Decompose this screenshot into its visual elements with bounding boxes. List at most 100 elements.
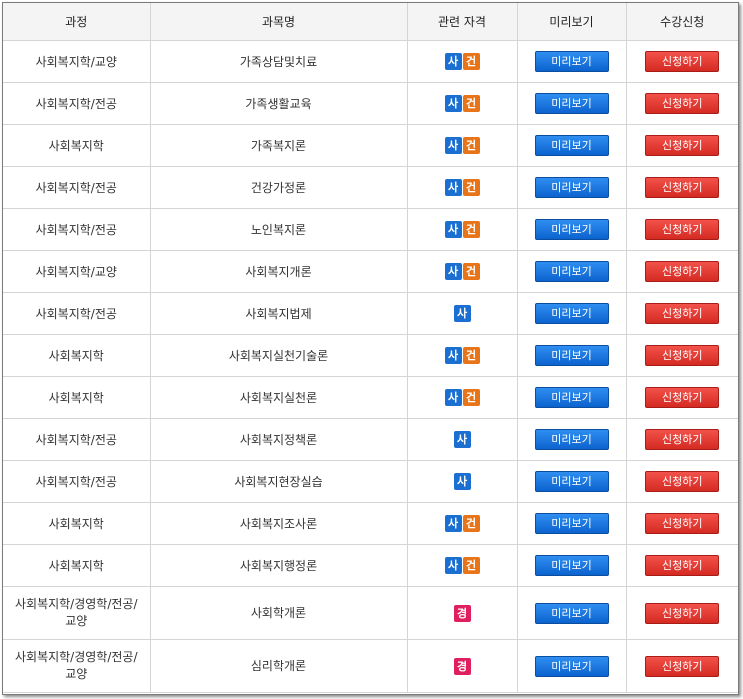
course-cell: 사회복지학/전공 (3, 292, 151, 335)
table-row: 사회복지학/전공 가족생활교육 사 건 미리보기 신청하기 (3, 82, 738, 125)
apply-button[interactable]: 신청하기 (645, 303, 720, 324)
certification-cell: 사건 (407, 166, 518, 209)
certification-cell: 사건 (407, 376, 518, 419)
header-preview: 미리보기 (517, 3, 627, 41)
apply-button[interactable]: 신청하기 (645, 602, 720, 624)
apply-button[interactable]: 신청하기 (645, 471, 720, 492)
preview-cell: 미리보기 (517, 334, 627, 377)
apply-cell: 신청하기 (626, 166, 738, 209)
certification-cell: 사건 (407, 544, 518, 587)
preview-button[interactable]: 미리보기 (534, 303, 609, 324)
certification-badges: 사 (453, 431, 471, 448)
badge-sa: 사 (444, 263, 462, 280)
apply-cell: 신청하기 (626, 544, 738, 587)
course-cell: 사회복지학/전공 (3, 166, 151, 209)
certification-badges: 사건 (444, 557, 480, 574)
certification-badges: 사건 (444, 137, 480, 154)
preview-button[interactable]: 미리보기 (534, 655, 609, 677)
certification-badges: 사건 (444, 221, 480, 238)
header-course: 과정 (3, 3, 151, 41)
certification-badges: 사건 (444, 263, 480, 280)
certification-cell: 사 (407, 418, 518, 461)
header-apply: 수강신청 (626, 3, 738, 41)
certification-cell: 사건 (407, 502, 518, 545)
subject-cell: 노인복지론 (150, 208, 408, 251)
table-row: 사회복지학/전공 건강가정론 사 건 미리보기 신청하기 (3, 166, 738, 209)
subject-cell: 건강가정론 (150, 166, 408, 209)
table-row: 사회복지학/교양 사회복지개론 사 건 미리보기 신청하기 (3, 250, 738, 293)
preview-button[interactable]: 미리보기 (534, 177, 609, 198)
preview-button[interactable]: 미리보기 (534, 555, 609, 576)
apply-cell: 신청하기 (626, 418, 738, 461)
preview-button[interactable]: 미리보기 (534, 345, 609, 366)
certification-badges: 사건 (444, 95, 480, 112)
table-row: 사회복지학 사회복지실천론 사 건 미리보기 신청하기 (3, 376, 738, 419)
apply-button[interactable]: 신청하기 (645, 555, 720, 576)
course-cell: 사회복지학/경영학/전공/ 교양 (3, 639, 151, 693)
table-row: 사회복지학 사회복지조사론 사 건 미리보기 신청하기 (3, 502, 738, 545)
subject-cell: 사회복지실천론 (150, 376, 408, 419)
apply-button[interactable]: 신청하기 (645, 345, 720, 366)
course-cell: 사회복지학 (3, 376, 151, 419)
certification-cell: 사건 (407, 334, 518, 377)
course-table-frame: 과정 과목명 관련 자격 미리보기 수강신청 사회복지학/교양 가족상담및치료 사 건… (2, 2, 739, 695)
preview-button[interactable]: 미리보기 (534, 513, 609, 534)
badge-sa: 사 (444, 179, 462, 196)
apply-button[interactable]: 신청하기 (645, 261, 720, 282)
apply-cell: 신청하기 (626, 124, 738, 167)
subject-cell: 가족상담및치료 (150, 40, 408, 83)
course-cell: 사회복지학/전공 (3, 82, 151, 125)
preview-cell: 미리보기 (517, 418, 627, 461)
table-row: 사회복지학/교양 가족상담및치료 사 건 미리보기 신청하기 (3, 40, 738, 83)
badge-sa: 사 (444, 557, 462, 574)
course-cell: 사회복지학/전공 (3, 208, 151, 251)
apply-button[interactable]: 신청하기 (645, 387, 720, 408)
apply-cell: 신청하기 (626, 208, 738, 251)
preview-button[interactable]: 미리보기 (534, 471, 609, 492)
preview-button[interactable]: 미리보기 (534, 219, 609, 240)
preview-cell: 미리보기 (517, 544, 627, 587)
apply-cell: 신청하기 (626, 376, 738, 419)
subject-cell: 가족복지론 (150, 124, 408, 167)
course-cell: 사회복지학/교양 (3, 250, 151, 293)
apply-cell: 신청하기 (626, 334, 738, 377)
course-cell: 사회복지학 (3, 334, 151, 377)
preview-cell: 미리보기 (517, 376, 627, 419)
badge-sa: 사 (444, 389, 462, 406)
preview-button[interactable]: 미리보기 (534, 51, 609, 72)
apply-button[interactable]: 신청하기 (645, 429, 720, 450)
preview-cell: 미리보기 (517, 586, 627, 640)
apply-button[interactable]: 신청하기 (645, 177, 720, 198)
subject-cell: 심리학개론 (150, 639, 408, 693)
header-subject: 과목명 (150, 3, 408, 41)
apply-button[interactable]: 신청하기 (645, 93, 720, 114)
badge-geon: 건 (462, 557, 480, 574)
apply-button[interactable]: 신청하기 (645, 135, 720, 156)
preview-button[interactable]: 미리보기 (534, 429, 609, 450)
badge-sa: 사 (444, 347, 462, 364)
apply-button[interactable]: 신청하기 (645, 219, 720, 240)
badge-geon: 건 (462, 53, 480, 70)
apply-cell: 신청하기 (626, 502, 738, 545)
table-body: 사회복지학/교양 가족상담및치료 사 건 미리보기 신청하기 사회복지학/전공 가족생활교육 사… (3, 40, 738, 693)
certification-badges: 사건 (444, 515, 480, 532)
table-row: 사회복지학/전공 사회복지정책론 사 미리보기 신청하기 (3, 418, 738, 461)
subject-cell: 가족생활교육 (150, 82, 408, 125)
badge-gyeong: 경 (453, 657, 471, 675)
subject-cell: 사회학개론 (150, 586, 408, 640)
certification-cell: 경 (407, 639, 518, 693)
preview-button[interactable]: 미리보기 (534, 135, 609, 156)
badge-geon: 건 (462, 95, 480, 112)
apply-button[interactable]: 신청하기 (645, 513, 720, 534)
apply-button[interactable]: 신청하기 (645, 655, 720, 677)
badge-geon: 건 (462, 221, 480, 238)
header-certification: 관련 자격 (407, 3, 518, 41)
preview-button[interactable]: 미리보기 (534, 93, 609, 114)
preview-cell: 미리보기 (517, 124, 627, 167)
preview-button[interactable]: 미리보기 (534, 261, 609, 282)
preview-button[interactable]: 미리보기 (534, 602, 609, 624)
apply-cell: 신청하기 (626, 586, 738, 640)
apply-button[interactable]: 신청하기 (645, 51, 720, 72)
table-row: 사회복지학 가족복지론 사 건 미리보기 신청하기 (3, 124, 738, 167)
preview-button[interactable]: 미리보기 (534, 387, 609, 408)
